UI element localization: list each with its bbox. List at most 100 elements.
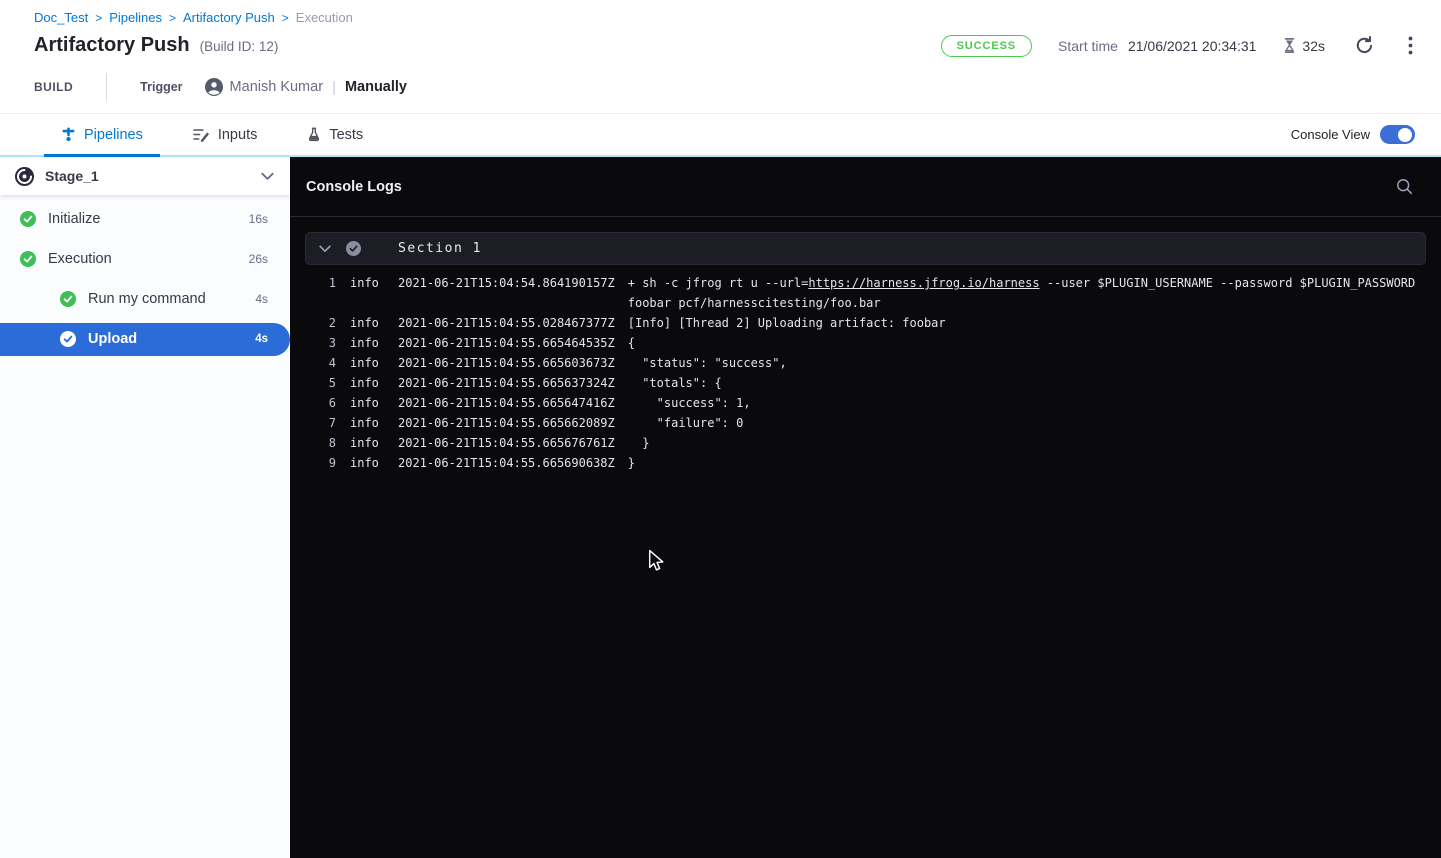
more-options-button[interactable] (1404, 32, 1417, 59)
log-timestamp: 2021-06-21T15:04:54.864190157Z (398, 273, 615, 293)
log-line-number: 5 (290, 373, 336, 393)
build-meta-row: BUILD Trigger Manish Kumar | Manually (34, 73, 1417, 113)
stage-icon (14, 166, 35, 187)
log-text: [Info] [Thread 2] Uploading artifact: fo… (628, 316, 946, 330)
log-text: + sh -c jfrog rt u --url= (628, 276, 809, 290)
trigger-user-name: Manish Kumar (230, 79, 323, 95)
step-item-execution[interactable]: Execution26s (0, 239, 290, 279)
log-level: info (350, 273, 380, 293)
breadcrumb: Doc_Test > Pipelines > Artifactory Push … (34, 10, 1417, 25)
kebab-menu-icon (1408, 36, 1413, 55)
log-line-number: 4 (290, 353, 336, 373)
log-line: 5 info 2021-06-21T15:04:55.665637324Z "tot… (290, 373, 1429, 393)
breadcrumb-link-pipeline[interactable]: Artifactory Push (183, 10, 275, 25)
log-line: 9 info 2021-06-21T15:04:55.665690638Z} (290, 453, 1429, 473)
success-check-icon (60, 291, 76, 307)
log-timestamp: 2021-06-21T15:04:55.665637324Z (398, 373, 615, 393)
section-label: Section 1 (398, 241, 482, 256)
step-list: Initialize16sExecution26sRun my command4… (0, 199, 290, 359)
tab-pipelines[interactable]: Pipelines (44, 114, 160, 155)
trigger-type: Manually (345, 79, 407, 95)
log-message: "success": 1, (628, 393, 1429, 413)
stage-sidebar: Stage_1 Initialize16sExecution26sRun my … (0, 157, 290, 858)
chevron-down-icon (319, 245, 331, 253)
log-text: { (628, 336, 635, 350)
log-message: } (628, 453, 1429, 473)
log-level: info (350, 453, 380, 473)
console-view-toggle[interactable] (1380, 125, 1415, 144)
log-area: 1info2021-06-21T15:04:54.864190157Z+ sh … (290, 273, 1441, 473)
breadcrumb-link-pipelines[interactable]: Pipelines (109, 10, 162, 25)
log-line-number: 3 (290, 333, 336, 353)
log-timestamp: 2021-06-21T15:04:55.665464535Z (398, 333, 615, 353)
build-tag: BUILD (34, 80, 73, 94)
success-check-icon (20, 211, 36, 227)
text-divider: | (332, 79, 336, 96)
step-label: Upload (88, 331, 137, 347)
stage-selector[interactable]: Stage_1 (0, 157, 290, 195)
step-label: Initialize (48, 211, 100, 227)
log-text: "failure": 0 (628, 416, 744, 430)
tab-inputs[interactable]: Inputs (176, 114, 275, 155)
status-badge: SUCCESS (941, 35, 1032, 57)
step-item-upload[interactable]: Upload 4s (0, 323, 290, 356)
log-timestamp: 2021-06-21T15:04:55.665603673Z (398, 353, 615, 373)
log-line: 4info2021-06-21T15:04:55.665603673Z "sta… (290, 353, 1429, 373)
log-text: "totals": { (628, 376, 722, 390)
breadcrumb-link-project[interactable]: Doc_Test (34, 10, 88, 25)
log-level: info (350, 353, 380, 373)
tests-flask-icon (307, 127, 321, 142)
duration-value: 32s (1302, 38, 1325, 54)
log-line: 7info2021-06-21T15:04:55.665662089Z "fai… (290, 413, 1429, 433)
log-level: info (350, 373, 380, 393)
pipeline-icon (61, 127, 76, 142)
inputs-icon (193, 127, 210, 142)
refresh-button[interactable] (1351, 32, 1378, 59)
log-line: 3 info 2021-06-21T15:04:55.665464535Z { (290, 333, 1429, 353)
log-message: } (628, 433, 1429, 453)
log-line: 2info2021-06-21T15:04:55.028467377Z[Info… (290, 313, 1429, 333)
app-window: Doc_Test > Pipelines > Artifactory Push … (0, 0, 1441, 858)
log-level: info (350, 333, 380, 353)
step-item-run-my-command[interactable]: Run my command4s (0, 279, 290, 319)
log-timestamp: 2021-06-21T15:04:55.665690638Z (398, 453, 615, 473)
log-level: info (350, 313, 380, 333)
hourglass-icon (1282, 37, 1297, 54)
refresh-icon (1355, 36, 1374, 55)
success-check-icon (346, 241, 361, 256)
log-text: } (628, 456, 635, 470)
log-message: "failure": 0 (628, 413, 1429, 433)
breadcrumb-separator: > (282, 11, 289, 25)
stage-name: Stage_1 (45, 168, 99, 184)
step-duration: 26s (249, 252, 268, 266)
log-text: "success": 1, (628, 396, 751, 410)
console-header: Console Logs (290, 157, 1441, 217)
step-label: Run my command (88, 291, 206, 307)
breadcrumb-current: Execution (296, 10, 353, 25)
console-logs-title: Console Logs (306, 179, 402, 195)
step-item-initialize[interactable]: Initialize16s (0, 199, 290, 239)
step-duration: 4s (255, 333, 268, 345)
log-line-number: 9 (290, 453, 336, 473)
tab-bar: Pipelines Inputs Tests Console View (0, 113, 1441, 157)
vertical-divider (106, 73, 107, 101)
log-url-link[interactable]: https://harness.jfrog.io/harness (808, 276, 1039, 290)
log-line: 6info2021-06-21T15:04:55.665647416Z "suc… (290, 393, 1429, 413)
log-section-header[interactable]: Section 1 (305, 232, 1426, 265)
start-time-value: 21/06/2021 20:34:31 (1128, 38, 1256, 54)
log-level: info (350, 433, 380, 453)
log-message: { (628, 333, 1429, 353)
user-avatar-icon (205, 78, 223, 96)
page-header: Doc_Test > Pipelines > Artifactory Push … (0, 0, 1441, 113)
build-id: (Build ID: 12) (200, 39, 279, 54)
log-message: "totals": { (628, 373, 1429, 393)
page-title: Artifactory Push (34, 34, 190, 57)
console-panel: Console Logs Section 1 1info2021-06-21T1… (290, 157, 1441, 858)
chevron-down-icon (261, 172, 274, 181)
log-line-number: 6 (290, 393, 336, 413)
log-line-number: 2 (290, 313, 336, 333)
tab-tests[interactable]: Tests (290, 114, 380, 155)
log-level: info (350, 413, 380, 433)
log-line-number: 8 (290, 433, 336, 453)
log-search-button[interactable] (1392, 174, 1417, 199)
